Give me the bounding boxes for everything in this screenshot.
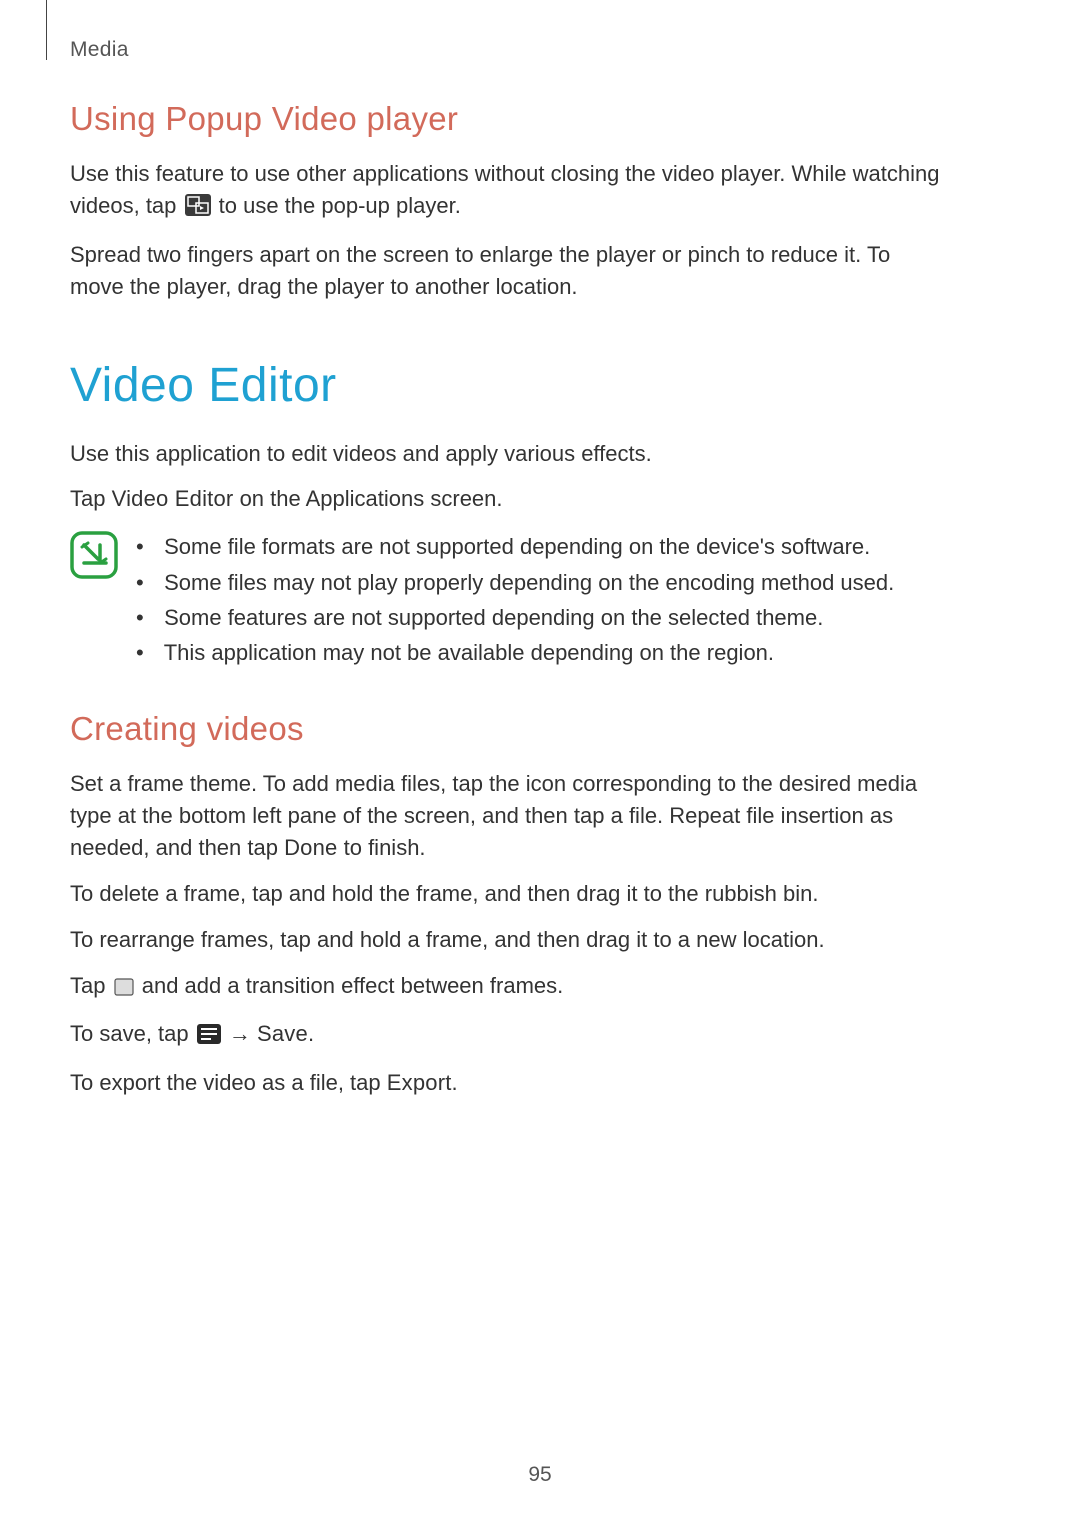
- creating-paragraph-1: Set a frame theme. To add media files, t…: [70, 768, 940, 864]
- note-block: Some file formats are not supported depe…: [70, 529, 940, 670]
- editor-paragraph-2: Tap Video Editor on the Applications scr…: [70, 483, 940, 515]
- menu-icon: [197, 1021, 221, 1053]
- popup-paragraph-2: Spread two fingers apart on the screen t…: [70, 239, 940, 303]
- margin-rule: [46, 0, 47, 60]
- note-icon: [70, 531, 118, 584]
- heading-creating-videos: Creating videos: [70, 710, 940, 748]
- text: on the Applications screen.: [233, 486, 502, 511]
- done-label: Done: [284, 835, 337, 860]
- text: to use the pop-up player.: [219, 193, 461, 218]
- text: .: [308, 1021, 314, 1046]
- note-item: Some files may not play properly dependi…: [136, 565, 940, 600]
- page-content: Using Popup Video player Use this featur…: [70, 100, 940, 1113]
- text: Tap: [70, 973, 112, 998]
- arrow: →: [229, 1021, 257, 1046]
- page-number: 95: [0, 1463, 1080, 1487]
- creating-paragraph-2: To delete a frame, tap and hold the fram…: [70, 878, 940, 910]
- section-label: Media: [70, 38, 129, 62]
- text: and add a transition effect between fram…: [142, 973, 564, 998]
- note-item: This application may not be available de…: [136, 635, 940, 670]
- creating-paragraph-6: To export the video as a file, tap Expor…: [70, 1067, 940, 1099]
- text: To save, tap: [70, 1021, 195, 1046]
- creating-paragraph-3: To rearrange frames, tap and hold a fram…: [70, 924, 940, 956]
- creating-paragraph-5: To save, tap → Save.: [70, 1018, 940, 1053]
- text: to finish.: [338, 835, 426, 860]
- popup-paragraph-1: Use this feature to use other applicatio…: [70, 158, 940, 225]
- save-label: Save: [257, 1021, 308, 1046]
- editor-paragraph-1: Use this application to edit videos and …: [70, 438, 940, 470]
- heading-popup-video: Using Popup Video player: [70, 100, 940, 138]
- note-list: Some file formats are not supported depe…: [136, 529, 940, 670]
- popup-player-icon: [185, 193, 211, 225]
- text: To export the video as a file, tap: [70, 1070, 387, 1095]
- text: Set a frame theme. To add media files, t…: [70, 771, 917, 860]
- text: .: [452, 1070, 458, 1095]
- note-item: Some features are not supported dependin…: [136, 600, 940, 635]
- note-item: Some file formats are not supported depe…: [136, 529, 940, 564]
- app-name: Video Editor: [112, 486, 234, 511]
- export-label: Export: [387, 1070, 452, 1095]
- text: Tap: [70, 486, 112, 511]
- creating-paragraph-4: Tap and add a transition effect between …: [70, 970, 940, 1005]
- transition-frame-icon: [114, 973, 134, 1005]
- heading-video-editor: Video Editor: [70, 358, 940, 413]
